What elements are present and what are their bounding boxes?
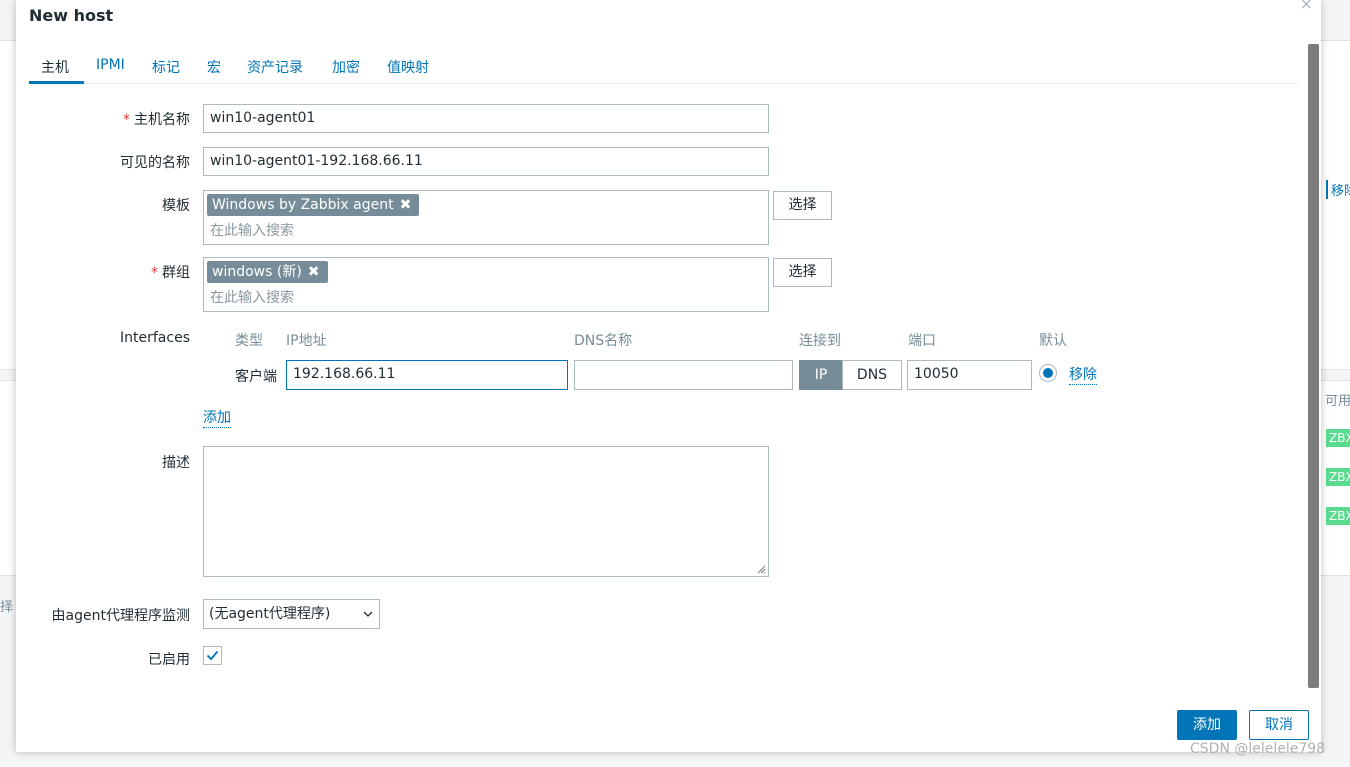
group-chip: windows (新) ✖: [207, 261, 328, 283]
templates-label: 模板: [162, 198, 190, 214]
active-tab-indicator: [29, 81, 84, 84]
interface-port-header: 端口: [908, 333, 936, 349]
resize-grip-icon[interactable]: [757, 565, 766, 574]
proxy-selected-value: (无agent代理程序): [209, 606, 331, 622]
checkmark-icon: [206, 650, 219, 661]
background-available-header: 可用: [1325, 394, 1350, 409]
add-interface-link[interactable]: 添加: [203, 409, 231, 428]
add-button[interactable]: 添加: [1177, 710, 1237, 740]
host-name-input[interactable]: win10-agent01: [203, 104, 769, 133]
enabled-label: 已启用: [148, 652, 190, 668]
cancel-button[interactable]: 取消: [1249, 710, 1309, 740]
templates-search-input[interactable]: 在此输入搜索: [210, 220, 294, 240]
description-textarea[interactable]: [203, 446, 769, 577]
enabled-checkbox[interactable]: [203, 646, 222, 665]
tab-bar: 主机 IPMI 标记 宏 资产记录 加密 值映射: [29, 52, 1299, 84]
groups-multiselect[interactable]: windows (新) ✖ 在此输入搜索: [203, 257, 769, 312]
close-icon[interactable]: ×: [1300, 0, 1313, 13]
proxy-select[interactable]: (无agent代理程序): [203, 599, 380, 629]
required-marker: *: [151, 265, 158, 281]
interface-type-agent: 客户端: [235, 369, 277, 385]
chevron-down-icon: [363, 611, 373, 617]
interface-ip-input[interactable]: 192.168.66.11: [286, 360, 568, 390]
host-name-label: * 主机名称: [123, 112, 190, 128]
tab-ipmi[interactable]: IPMI: [96, 57, 125, 73]
tab-inventory[interactable]: 资产记录: [247, 57, 303, 77]
interface-type-header: 类型: [235, 333, 263, 349]
select-templates-button[interactable]: 选择: [773, 191, 832, 220]
background-left-fragment: 择: [0, 600, 14, 615]
tab-host[interactable]: 主机: [41, 57, 69, 77]
remove-interface-link[interactable]: 移除: [1069, 366, 1097, 385]
tab-tags[interactable]: 标记: [152, 57, 180, 77]
watermark: CSDN @lelelele798: [1190, 741, 1326, 757]
remove-chip-icon[interactable]: ✖: [400, 197, 412, 213]
visible-name-label: 可见的名称: [120, 155, 190, 171]
scrollbar-thumb[interactable]: [1308, 44, 1319, 688]
background-remove-link: 移除: [1326, 180, 1350, 199]
background-zbx-badge: ZBX: [1326, 507, 1350, 525]
interface-ip-header: IP地址: [286, 333, 327, 349]
interface-default-header: 默认: [1039, 333, 1067, 349]
interfaces-label: Interfaces: [120, 330, 190, 346]
templates-multiselect[interactable]: Windows by Zabbix agent ✖ 在此输入搜索: [203, 190, 769, 245]
required-marker: *: [123, 112, 130, 128]
groups-search-input[interactable]: 在此输入搜索: [210, 287, 294, 307]
default-interface-radio[interactable]: [1039, 364, 1057, 382]
tab-value-mapping[interactable]: 值映射: [387, 57, 429, 77]
proxy-label: 由agent代理程序监测: [51, 608, 190, 624]
dialog-title: New host: [29, 6, 114, 25]
interface-dns-input[interactable]: [574, 360, 793, 390]
remove-chip-icon[interactable]: ✖: [308, 264, 320, 280]
new-host-dialog: New host × 主机 IPMI 标记 宏 资产记录 加密 值映射 * 主机名…: [16, 0, 1321, 752]
radio-selected-dot: [1043, 368, 1053, 378]
background-zbx-badge: ZBX: [1326, 429, 1350, 447]
tab-encryption[interactable]: 加密: [332, 57, 360, 77]
connect-ip-toggle[interactable]: IP: [799, 360, 843, 390]
select-groups-button[interactable]: 选择: [773, 258, 832, 287]
interface-connect-header: 连接到: [799, 333, 841, 349]
template-chip: Windows by Zabbix agent ✖: [207, 194, 420, 216]
interface-port-input[interactable]: 10050: [907, 360, 1032, 390]
interface-dns-header: DNS名称: [574, 333, 633, 349]
background-zbx-badge: ZBX: [1326, 468, 1350, 486]
groups-label: * 群组: [151, 265, 190, 281]
connect-dns-toggle[interactable]: DNS: [842, 360, 902, 390]
visible-name-input[interactable]: win10-agent01-192.168.66.11: [203, 147, 769, 176]
tab-macros[interactable]: 宏: [207, 57, 221, 77]
description-label: 描述: [162, 455, 190, 471]
